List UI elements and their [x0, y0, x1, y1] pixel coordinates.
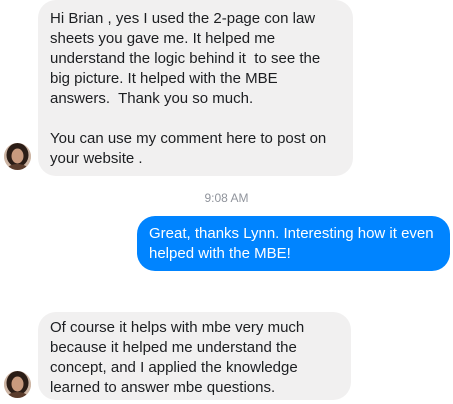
message-bubble-incoming: Hi Brian , yes I used the 2-page con law…	[38, 0, 353, 176]
message-bubble-incoming: Of course it helps with mbe very much be…	[38, 312, 351, 400]
avatar-photo	[4, 143, 31, 170]
message-timestamp: 9:08 AM	[204, 191, 249, 205]
avatar[interactable]	[4, 371, 31, 398]
avatar-photo	[4, 371, 31, 398]
avatar[interactable]	[4, 143, 31, 170]
message-bubble-outgoing: Great, thanks Lynn. Interesting how it e…	[137, 216, 450, 271]
